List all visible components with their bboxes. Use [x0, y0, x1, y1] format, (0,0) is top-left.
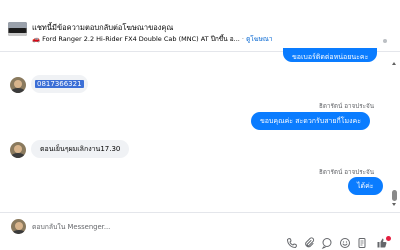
page-avatar — [11, 219, 26, 234]
scroll-up-arrow[interactable] — [392, 62, 396, 65]
composer-divider — [0, 212, 400, 213]
banner-listing-line: 🚗 Ford Ranger 2.2 Hi-Rider FX4 Double Ca… — [32, 34, 273, 44]
sender-name: ธิดารัตน์ อาจประจัน — [319, 103, 375, 110]
separator: · — [241, 35, 244, 43]
sender-name: ธิดารัตน์ อาจประจัน — [319, 169, 375, 176]
messenger-chat-panel: แชทนี้มีข้อความตอบกลับต่อโฆษณาของคุณ 🚗 F… — [0, 0, 400, 250]
message-incoming[interactable]: 0817366321 — [31, 75, 88, 93]
attachment-icon[interactable] — [303, 237, 315, 249]
scroll-indicator-dot — [383, 39, 387, 43]
reply-input[interactable]: ตอบกลับใน Messenger... — [32, 221, 110, 232]
listing-thumbnail[interactable] — [8, 22, 27, 36]
notification-dot — [386, 236, 391, 241]
emoji-icon[interactable] — [339, 237, 351, 249]
scrollbar-thumb[interactable] — [392, 190, 397, 201]
message-outgoing[interactable]: ขอบคุณค่ะ สะดวกรับสายกี่โมงคะ — [251, 112, 371, 130]
message-icon[interactable] — [321, 237, 333, 249]
listing-title: Ford Ranger 2.2 Hi-Rider FX4 Double Cab … — [42, 35, 240, 43]
message-outgoing[interactable]: ได้ค่ะ — [348, 177, 383, 195]
sender-avatar[interactable] — [10, 77, 26, 93]
car-icon: 🚗 — [32, 35, 41, 43]
ad-reply-banner[interactable]: แชทนี้มีข้อความตอบกลับต่อโฆษณาของคุณ 🚗 F… — [0, 0, 400, 52]
sender-avatar[interactable] — [10, 142, 26, 158]
gif-icon[interactable] — [356, 237, 368, 249]
selected-phone-number[interactable]: 0817366321 — [35, 80, 84, 88]
view-ad-link[interactable]: ดูโฆษณา — [246, 35, 273, 43]
message-outgoing[interactable]: ขอเบอร์ติดต่อหน่อยนะคะ — [283, 48, 378, 62]
phone-icon[interactable] — [286, 237, 298, 249]
banner-title: แชทนี้มีข้อความตอบกลับต่อโฆษณาของคุณ — [32, 23, 174, 32]
message-incoming[interactable]: ตอนเย็นๆผมเลิกงาน17.30 — [31, 140, 130, 158]
scroll-down-arrow[interactable] — [392, 203, 396, 206]
